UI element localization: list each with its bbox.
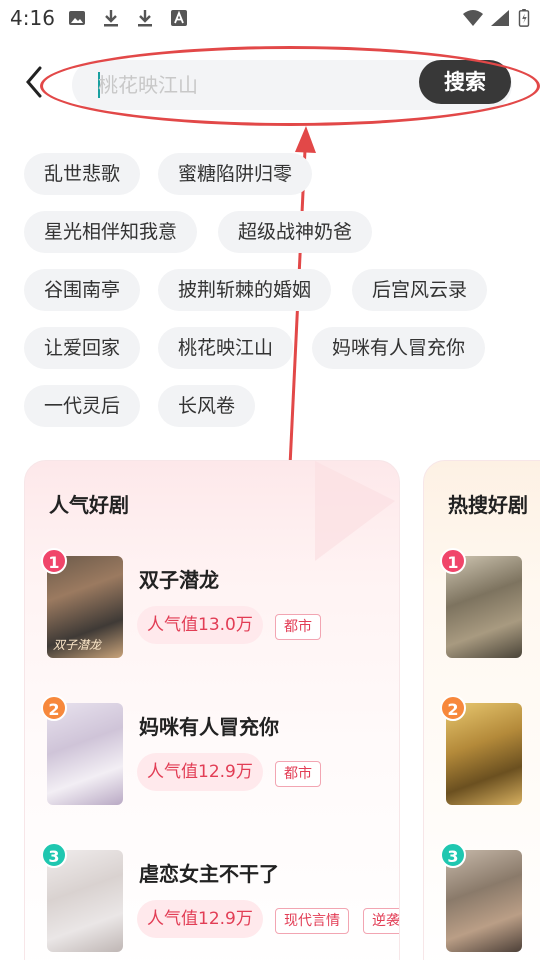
ranking-item[interactable]: 1 <box>424 548 540 676</box>
history-tag[interactable]: 蜜糖陷阱归零 <box>158 153 313 195</box>
history-tag[interactable]: 一代灵后 <box>24 385 141 427</box>
drama-title: 虐恋女主不干了 <box>139 862 279 886</box>
popularity-badge: 人气值13.0万 <box>137 606 263 644</box>
popular-ranking-card: 人气好剧 双子潜龙 1 双子潜龙 人气值13.0万 都市 2 妈咪有人冒充你 人… <box>24 460 400 960</box>
wifi-icon <box>463 10 483 26</box>
status-bar: 4:16 <box>0 0 540 38</box>
download-icon <box>104 10 118 27</box>
history-tag[interactable]: 桃花映江山 <box>158 327 294 369</box>
history-tag[interactable]: 乱世悲歌 <box>24 153 141 195</box>
card-title: 热搜好剧 <box>448 493 528 517</box>
download-icon <box>138 10 152 27</box>
rank-badge: 1 <box>440 548 466 574</box>
genre-tag: 都市 <box>275 761 321 787</box>
search-page: 4:16 桃花映江山 搜索 乱世悲歌 蜜糖陷阱归零 星光相伴知我意 超级战神奶爸… <box>0 0 540 960</box>
rank-badge: 3 <box>440 842 466 868</box>
cover-caption: 双子潜龙 <box>53 638 102 652</box>
ranking-item[interactable]: 双子潜龙 1 双子潜龙 人气值13.0万 都市 <box>25 548 399 676</box>
hot-search-ranking-card: 热搜好剧 1 2 3 <box>423 460 540 960</box>
rank-badge: 1 <box>41 548 67 574</box>
ranking-item[interactable]: 2 <box>424 695 540 823</box>
rank-badge: 2 <box>41 695 67 721</box>
image-icon <box>69 11 85 25</box>
genre-tag: 现代言情 <box>275 908 349 934</box>
popularity-badge: 人气值12.9万 <box>137 900 263 938</box>
genre-tag: 都市 <box>275 614 321 640</box>
rank-badge: 2 <box>440 695 466 721</box>
history-tag[interactable]: 超级战神奶爸 <box>218 211 373 253</box>
battery-icon <box>518 9 530 27</box>
history-tag[interactable]: 妈咪有人冒充你 <box>312 327 486 369</box>
card-title: 人气好剧 <box>49 493 129 517</box>
history-tag[interactable]: 披荆斩棘的婚姻 <box>158 269 332 311</box>
signal-icon <box>491 10 509 26</box>
history-tag[interactable]: 后宫风云录 <box>352 269 488 311</box>
history-tag[interactable]: 谷围南亭 <box>24 269 141 311</box>
history-tag[interactable]: 长风卷 <box>158 385 256 427</box>
drama-title: 双子潜龙 <box>139 568 219 592</box>
search-button[interactable]: 搜索 <box>419 60 511 104</box>
genre-tag: 逆袭 <box>363 908 399 934</box>
ranking-item[interactable]: 3 <box>424 842 540 960</box>
drama-title: 妈咪有人冒充你 <box>139 715 279 739</box>
back-arrow-icon[interactable] <box>22 64 50 100</box>
history-tag[interactable]: 星光相伴知我意 <box>24 211 198 253</box>
ranking-item[interactable]: 3 虐恋女主不干了 人气值12.9万 现代言情 逆袭 <box>25 842 399 960</box>
status-time: 4:16 <box>10 6 55 30</box>
search-input[interactable]: 桃花映江山 <box>98 60 398 110</box>
history-tag[interactable]: 让爱回家 <box>24 327 141 369</box>
ranking-item[interactable]: 2 妈咪有人冒充你 人气值12.9万 都市 <box>25 695 399 823</box>
font-icon <box>171 10 187 26</box>
rank-badge: 3 <box>41 842 67 868</box>
popularity-badge: 人气值12.9万 <box>137 753 263 791</box>
